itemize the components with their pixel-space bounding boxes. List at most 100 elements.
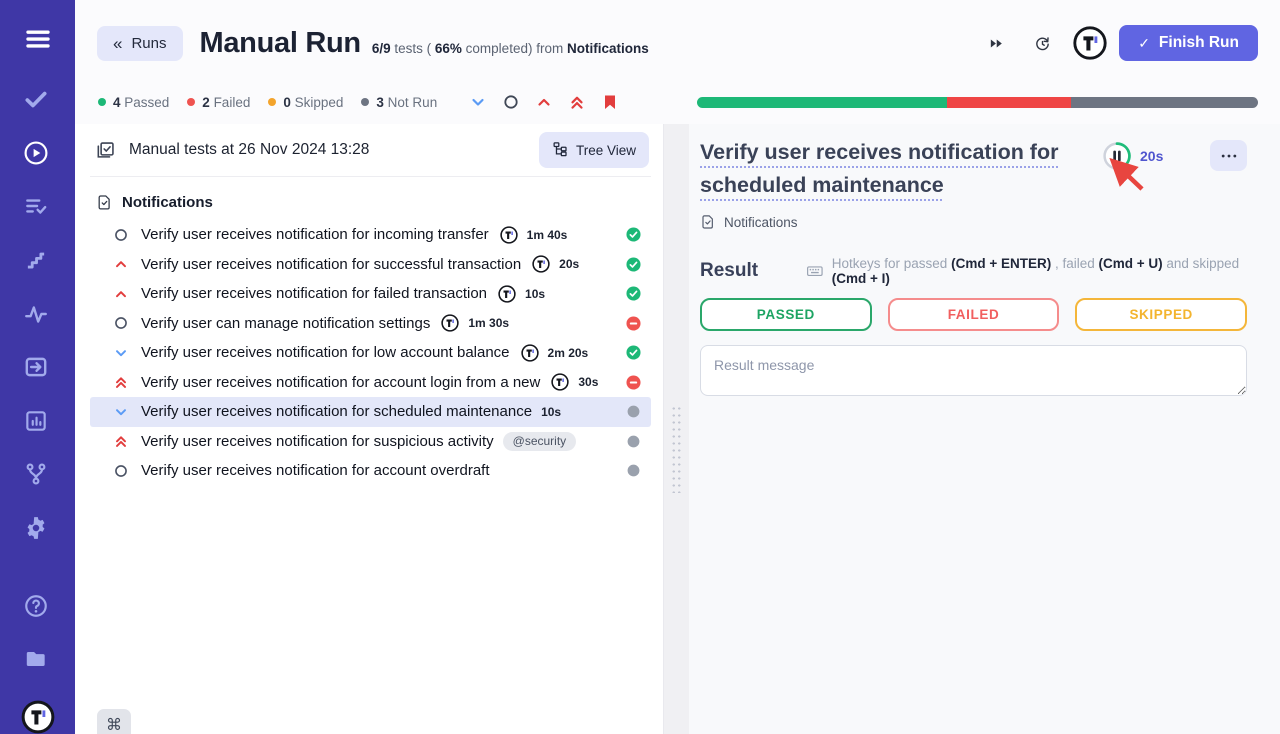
page-title: Manual Run: [200, 27, 361, 60]
status-dot-icon: [187, 98, 195, 106]
status-count-not-run: 3 Not Run: [361, 95, 437, 110]
test-case-title[interactable]: Verify user receives notification for sc…: [700, 136, 1094, 202]
stairs-icon: [23, 247, 53, 277]
tcms-logo-icon: [498, 285, 516, 303]
breadcrumb[interactable]: Notifications: [700, 214, 1247, 230]
test-row[interactable]: Verify user receives notification for sc…: [90, 397, 651, 427]
pause-timer-button[interactable]: [1102, 141, 1132, 171]
verdict-buttons: PASSED FAILED SKIPPED: [700, 298, 1247, 331]
app-logo-icon[interactable]: [21, 700, 55, 734]
timer-history-icon[interactable]: [1031, 32, 1053, 54]
priority-high-icon: [113, 286, 129, 302]
priority-normal-icon: [113, 315, 129, 331]
run-title: Manual tests at 26 Nov 2024 13:28: [129, 141, 369, 159]
priority-low-icon: [113, 404, 129, 420]
question-circle-icon: [23, 593, 53, 623]
test-duration: 1m 30s: [468, 316, 509, 330]
test-title: Verify user receives notification for fa…: [141, 285, 487, 302]
sidebar-item-steps[interactable]: [23, 247, 53, 277]
filter-double-chevron-up-icon[interactable]: [568, 93, 586, 111]
status-filters: [469, 93, 619, 111]
test-row[interactable]: Verify user receives notification for ac…: [90, 456, 651, 486]
sidebar-item-import[interactable]: [23, 354, 53, 384]
verdict-passed-button[interactable]: PASSED: [700, 298, 872, 331]
header-actions: ✓ Finish Run: [985, 25, 1258, 61]
status-notrun-icon: [626, 463, 641, 478]
tree-view-button[interactable]: Tree View: [539, 132, 649, 168]
more-options-button[interactable]: [1210, 140, 1247, 171]
sidebar-item-pulse[interactable]: [23, 301, 53, 331]
panel-resize-handle[interactable]: [663, 124, 689, 734]
content-split: Manual tests at 26 Nov 2024 13:28 Tree V…: [75, 124, 1280, 734]
status-passed-icon: [626, 345, 641, 360]
test-row[interactable]: Verify user receives notification for su…: [90, 427, 651, 457]
filter-bookmark-icon[interactable]: [601, 93, 619, 111]
status-count-text: 4 Passed: [113, 95, 169, 110]
app-root: « Runs Manual Run 6/9 tests ( 66% comple…: [0, 0, 1280, 734]
filter-chevron-down-icon[interactable]: [469, 93, 487, 111]
test-title: Verify user receives notification for lo…: [141, 344, 510, 361]
progress-segment-not_run: [1071, 97, 1258, 108]
command-shortcut-button[interactable]: ⌘: [97, 709, 131, 734]
subtitle-segment: Notifications: [567, 41, 649, 56]
test-title: Verify user receives notification for ac…: [141, 462, 490, 479]
priority-critical-icon: [113, 374, 129, 390]
sidebar: [0, 0, 75, 734]
sidebar-item-projects[interactable]: [23, 646, 53, 676]
hotkey-segment: Hotkeys for passed: [832, 256, 951, 271]
test-row[interactable]: Verify user can manage notification sett…: [90, 309, 651, 339]
finish-run-button[interactable]: ✓ Finish Run: [1119, 25, 1258, 61]
tests-check-icon: [23, 86, 53, 116]
check-icon: ✓: [1138, 35, 1150, 52]
tcms-logo-icon: [500, 226, 518, 244]
hotkey-segment: , failed: [1051, 256, 1098, 271]
status-dot-icon: [361, 98, 369, 106]
sidebar-item-analytics[interactable]: [23, 408, 53, 438]
priority-normal-icon: [113, 463, 129, 479]
test-row[interactable]: Verify user receives notification for su…: [90, 250, 651, 280]
verdict-failed-button[interactable]: FAILED: [888, 298, 1060, 331]
hotkeys-hint: Hotkeys for passed (Cmd + ENTER) , faile…: [832, 256, 1247, 286]
progress-segment-failed: [947, 97, 1071, 108]
priority-high-icon: [113, 256, 129, 272]
run-progress-summary: 6/9 tests ( 66% completed) from Notifica…: [372, 31, 649, 56]
app-logo-icon[interactable]: [1073, 26, 1107, 60]
status-passed-icon: [626, 257, 641, 272]
suite-header[interactable]: Notifications: [90, 194, 651, 211]
sidebar-item-help[interactable]: [23, 593, 53, 623]
test-row[interactable]: Verify user receives notification for in…: [90, 220, 651, 250]
status-count-text: 3 Not Run: [376, 95, 437, 110]
test-title: Verify user receives notification for sc…: [141, 403, 532, 420]
keyboard-icon: [806, 261, 824, 281]
sidebar-item-runs[interactable]: [23, 140, 53, 170]
status-count-skipped: 0 Skipped: [268, 95, 343, 110]
sidebar-item-settings[interactable]: [23, 515, 53, 545]
tcms-logo-icon: [521, 344, 539, 362]
verdict-skipped-button[interactable]: SKIPPED: [1075, 298, 1247, 331]
back-to-runs-button[interactable]: « Runs: [97, 26, 183, 61]
hotkey-segment: and skipped: [1163, 256, 1240, 271]
test-row[interactable]: Verify user receives notification for fa…: [90, 279, 651, 309]
run-progress-bar[interactable]: [697, 97, 1258, 108]
filter-circle-outline-icon[interactable]: [502, 93, 520, 111]
filter-chevron-up-icon[interactable]: [535, 93, 553, 111]
sidebar-item-test-plans[interactable]: [23, 193, 53, 223]
test-detail-panel: Verify user receives notification for sc…: [689, 124, 1280, 734]
status-notrun-icon: [626, 434, 641, 449]
result-message-input[interactable]: [700, 345, 1247, 396]
sidebar-item-tests[interactable]: [23, 86, 53, 116]
test-row[interactable]: Verify user receives notification for ac…: [90, 368, 651, 398]
test-duration: 1m 40s: [527, 228, 568, 242]
run-checklist-icon: [95, 140, 116, 161]
sidebar-item-menu[interactable]: [23, 24, 53, 54]
hotkey-segment: (Cmd + ENTER): [951, 256, 1051, 271]
breadcrumb-suite: Notifications: [724, 215, 798, 230]
elapsed-time: 20s: [1140, 148, 1163, 164]
test-tag: @security: [503, 432, 577, 451]
sidebar-item-branches[interactable]: [23, 461, 53, 491]
list-panel-header: Manual tests at 26 Nov 2024 13:28 Tree V…: [90, 124, 651, 177]
detail-header: Verify user receives notification for sc…: [700, 136, 1247, 202]
test-row[interactable]: Verify user receives notification for lo…: [90, 338, 651, 368]
fast-forward-icon[interactable]: [985, 32, 1007, 54]
priority-low-icon: [113, 345, 129, 361]
